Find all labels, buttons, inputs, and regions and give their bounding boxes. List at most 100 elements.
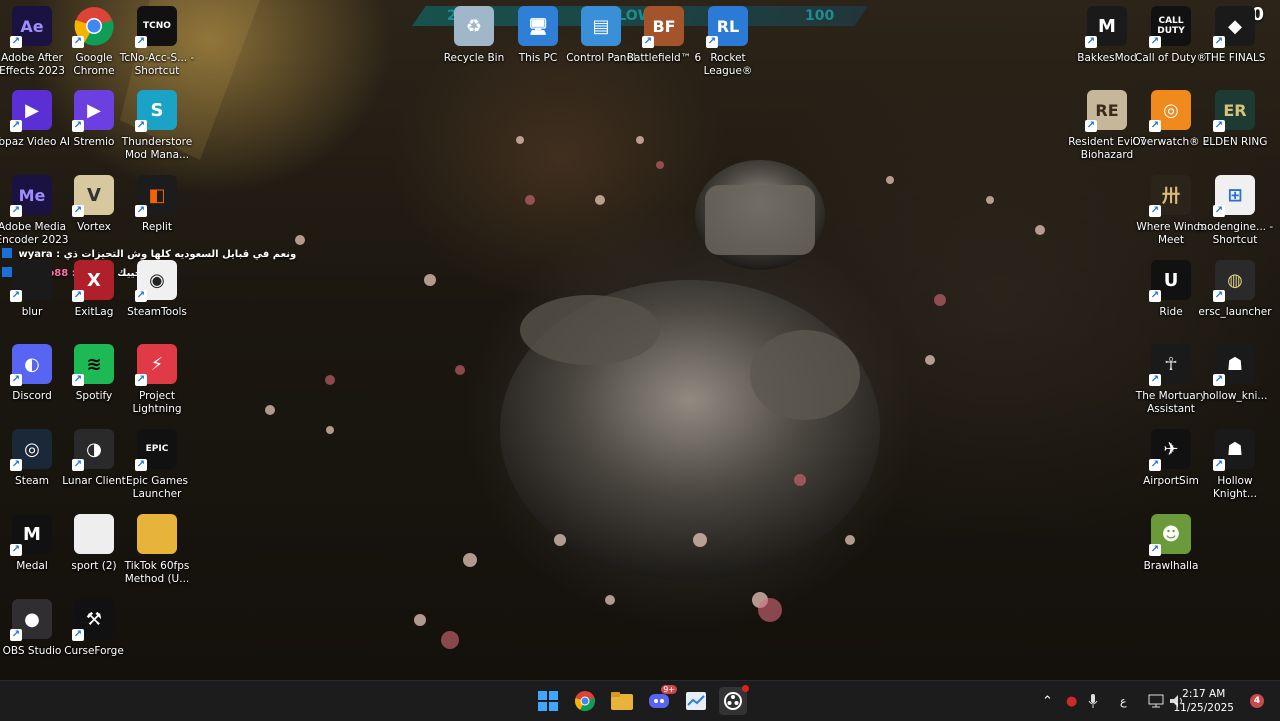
desktop-icon-label: Replit	[142, 221, 172, 233]
tcno-icon: TCNO ↗	[135, 6, 177, 48]
desktop-icon-hollow-knight-2[interactable]: ☗ ↗ Hollow Knight...	[1195, 429, 1275, 501]
desktop-icon-label: TikTok 60fps Method (U...	[124, 560, 190, 585]
taskbar-obs[interactable]	[719, 685, 749, 715]
lunar-icon: ◑ ↗	[72, 429, 114, 471]
taskbar-file-explorer[interactable]	[608, 687, 636, 715]
microphone-icon	[1088, 694, 1098, 708]
shortcut-arrow-icon: ↗	[1213, 459, 1225, 471]
desktop-icon-tcno[interactable]: TCNO ↗ TcNo-Acc-S... - Shortcut	[117, 6, 197, 78]
desktop-icon-elden-ring[interactable]: ER ↗ ELDEN RING	[1195, 90, 1275, 149]
media-encoder-icon: Me ↗	[10, 175, 52, 217]
cod-icon: CALL DUTY ↗	[1149, 6, 1191, 48]
desktop-icon-brawlhalla[interactable]: ☻ ↗ Brawlhalla	[1131, 514, 1211, 573]
start-button[interactable]	[534, 687, 562, 715]
taskbar-clock[interactable]: 2:17 AM 11/25/2025	[1173, 687, 1234, 715]
notification-badge[interactable]: 4	[1250, 694, 1264, 708]
chevron-up-icon: ⌃	[1042, 693, 1053, 709]
desktop-icon-label: TcNo-Acc-S... - Shortcut	[119, 52, 195, 77]
after-effects-icon: Ae ↗	[10, 6, 52, 48]
obs-icon	[724, 692, 742, 710]
desktop-icon-hollow-knight-1[interactable]: ☗ ↗ hollow_kni...	[1195, 344, 1275, 403]
overwatch-icon: ◎ ↗	[1149, 90, 1191, 132]
shortcut-arrow-icon: ↗	[72, 36, 84, 48]
re7-icon: RE ↗	[1085, 90, 1127, 132]
tray-language[interactable]: ع	[1120, 681, 1127, 721]
shortcut-arrow-icon: ↗	[72, 459, 84, 471]
obs-icon: ● ↗	[10, 599, 52, 641]
desktop-icon-label: Epic Games Launcher	[125, 475, 189, 500]
shortcut-arrow-icon: ↗	[1213, 205, 1225, 217]
desktop-icon-label: CurseForge	[64, 645, 124, 657]
clock-date: 11/25/2025	[1173, 702, 1234, 714]
shortcut-arrow-icon: ↗	[10, 36, 22, 48]
steamtools-icon: ◉ ↗	[135, 260, 177, 302]
shortcut-arrow-icon: ↗	[1213, 120, 1225, 132]
taskbar-discord[interactable]: 9+	[645, 685, 677, 715]
network-icon	[1148, 694, 1164, 708]
tray-overflow-button[interactable]: ⌃	[1042, 681, 1053, 721]
control-panel-icon: ▤	[581, 6, 621, 46]
curseforge-icon: ⚒ ↗	[72, 599, 114, 641]
desktop-icon-curseforge[interactable]: ⚒ ↗ CurseForge	[54, 599, 134, 658]
the-finals-icon: ◆ ↗	[1213, 6, 1255, 48]
ersc-icon: ◍ ↗	[1213, 260, 1255, 302]
shortcut-arrow-icon: ↗	[10, 544, 22, 556]
shortcut-arrow-icon: ↗	[72, 290, 84, 302]
steam-icon: ◎ ↗	[10, 429, 52, 471]
desktop-icon-label: THE FINALS	[1204, 52, 1266, 64]
shortcut-arrow-icon: ↗	[1213, 374, 1225, 386]
shortcut-arrow-icon: ↗	[10, 205, 22, 217]
thispc-icon: 🖥	[518, 6, 558, 46]
modengine-icon: ⊞ ↗	[1213, 175, 1255, 217]
desktop-icon-label: Thunderstore Mod Mana...	[121, 136, 193, 161]
shortcut-arrow-icon: ↗	[135, 290, 147, 302]
discord-badge: 9+	[661, 685, 677, 694]
desktop-icon-label: modengine... - Shortcut	[1196, 221, 1274, 246]
spotify-icon: ≋ ↗	[72, 344, 114, 386]
desktop-icon-modengine[interactable]: ⊞ ↗ modengine... - Shortcut	[1195, 175, 1275, 247]
medal-icon: M ↗	[10, 514, 52, 556]
hollow-knight-1-icon: ☗ ↗	[1213, 344, 1255, 386]
tray-record-indicator[interactable]: ●	[1066, 681, 1077, 721]
desktop-icon-tiktok[interactable]: TikTok 60fps Method (U...	[117, 514, 197, 586]
desktop-icon-label: Project Lightning	[132, 390, 182, 415]
shortcut-arrow-icon: ↗	[642, 36, 654, 48]
where-winds-icon: 卅 ↗	[1149, 175, 1191, 217]
recycle-icon: ♻	[454, 6, 494, 46]
taskbar-task-manager[interactable]	[682, 687, 710, 715]
desktop-icon-project-lightning[interactable]: ⚡ ↗ Project Lightning	[117, 344, 197, 416]
vortex-icon: V ↗	[72, 175, 114, 217]
sport-icon	[74, 514, 114, 554]
topaz-icon: ▶ ↗	[10, 90, 52, 132]
tray-network[interactable]	[1148, 681, 1164, 721]
chrome-icon	[575, 691, 595, 711]
ride-icon: U ↗	[1149, 260, 1191, 302]
shortcut-arrow-icon: ↗	[1149, 290, 1161, 302]
chat-message: ونعم في قبايل السعوديه كلها وش التحيزات …	[63, 249, 297, 260]
followers-goal: 100	[805, 8, 835, 24]
desktop-icon-thunderstore[interactable]: S ↗ Thunderstore Mod Mana...	[117, 90, 197, 162]
desktop-icon-label: Brawlhalla	[1143, 560, 1199, 572]
shortcut-arrow-icon: ↗	[10, 459, 22, 471]
chrome-icon: ↗	[72, 6, 114, 48]
desktop-icon-the-finals[interactable]: ◆ ↗ THE FINALS	[1195, 6, 1275, 65]
shortcut-arrow-icon: ↗	[72, 120, 84, 132]
shortcut-arrow-icon: ↗	[10, 120, 22, 132]
desktop-icon-steamtools[interactable]: ◉ ↗ SteamTools	[117, 260, 197, 319]
red-mic-icon: ●	[1066, 693, 1078, 709]
desktop-icon-label: ELDEN RING	[1202, 136, 1268, 148]
rocket-league-icon: RL ↗	[706, 6, 748, 48]
shortcut-arrow-icon: ↗	[10, 629, 22, 641]
desktop-icon-ersc[interactable]: ◍ ↗ ersc_launcher	[1195, 260, 1275, 319]
taskbar-chrome[interactable]	[571, 687, 599, 715]
elden-ring-icon: ER ↗	[1213, 90, 1255, 132]
tray-microphone[interactable]	[1088, 681, 1098, 721]
shortcut-arrow-icon: ↗	[10, 290, 22, 302]
project-lightning-icon: ⚡ ↗	[135, 344, 177, 386]
shortcut-arrow-icon: ↗	[72, 374, 84, 386]
desktop-icon-rocket-league[interactable]: RL ↗ Rocket League®	[688, 6, 768, 78]
desktop-icon-epic[interactable]: EPIC ↗ Epic Games Launcher	[117, 429, 197, 501]
desktop-icon-replit[interactable]: ◧ ↗ Replit	[117, 175, 197, 234]
clock-time: 2:17 AM	[1182, 688, 1226, 700]
windows-icon	[538, 691, 558, 711]
